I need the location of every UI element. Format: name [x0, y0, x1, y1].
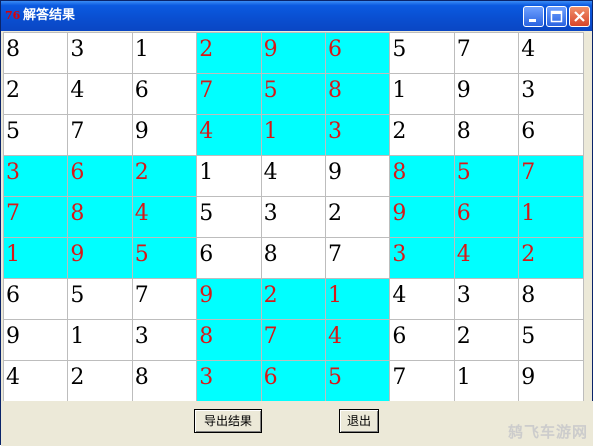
- title-bar[interactable]: 76 解答结果: [1, 1, 592, 31]
- grid-cell: 6: [389, 319, 455, 361]
- grid-cell: 2: [67, 360, 133, 402]
- grid-cell: 6: [453, 196, 520, 238]
- grid-cell: 5: [67, 278, 133, 320]
- grid-cell: 1: [196, 155, 262, 197]
- grid-cell: 5: [131, 237, 198, 279]
- exit-button[interactable]: 退出: [339, 409, 379, 433]
- grid-cell: 9: [389, 196, 455, 238]
- grid-cell: 7: [325, 237, 391, 279]
- grid-cell: 8: [453, 114, 520, 156]
- grid-cell: 5: [3, 114, 69, 156]
- grid-cell: 2: [453, 319, 520, 361]
- grid-cell: 6: [3, 278, 69, 320]
- grid-cell: 7: [131, 278, 198, 320]
- sudoku-grid: 8312965742467581935794132863621498577845…: [3, 32, 584, 402]
- grid-cell: 2: [3, 73, 69, 115]
- grid-cell: 3: [260, 196, 326, 238]
- grid-cell: 7: [196, 73, 262, 115]
- grid-cell: 4: [518, 32, 584, 74]
- grid-cell: 5: [518, 319, 584, 361]
- grid-cell: 4: [260, 155, 326, 197]
- grid-cell: 3: [518, 73, 584, 115]
- grid-cell: 6: [518, 114, 584, 156]
- grid-cell: 4: [67, 73, 133, 115]
- grid-cell: 7: [260, 319, 326, 361]
- grid-cell: 8: [196, 319, 262, 361]
- grid-cell: 3: [196, 360, 262, 402]
- minimize-icon: [529, 19, 536, 22]
- grid-cell: 2: [196, 32, 262, 74]
- grid-cell: 8: [131, 360, 198, 402]
- grid-cell: 8: [389, 155, 455, 197]
- grid-cell: 2: [325, 196, 391, 238]
- grid-cell: 9: [325, 155, 391, 197]
- grid-cell: 9: [67, 237, 133, 279]
- grid-cell: 5: [196, 196, 262, 238]
- grid-cell: 4: [131, 196, 198, 238]
- grid-cell: 4: [325, 319, 391, 361]
- maximize-button[interactable]: [546, 6, 567, 27]
- grid-cell: 1: [260, 114, 326, 156]
- grid-cell: 4: [3, 360, 69, 402]
- grid-cell: 4: [389, 278, 455, 320]
- grid-cell: 3: [3, 155, 69, 197]
- grid-cell: 7: [518, 155, 584, 197]
- grid-cell: 1: [453, 360, 520, 402]
- minimize-button[interactable]: [523, 6, 544, 27]
- button-bar: [1, 401, 593, 446]
- grid-cell: 3: [453, 278, 520, 320]
- grid-cell: 1: [518, 196, 584, 238]
- grid-cell: 1: [3, 237, 69, 279]
- grid-cell: 2: [518, 237, 584, 279]
- grid-cell: 7: [453, 32, 520, 74]
- grid-cell: 3: [131, 319, 198, 361]
- grid-cell: 9: [131, 114, 198, 156]
- close-button[interactable]: [569, 6, 590, 27]
- solution-window: 76 解答结果 83129657424675819357941328636214…: [0, 0, 593, 446]
- grid-cell: 5: [453, 155, 520, 197]
- grid-cell: 9: [196, 278, 262, 320]
- grid-cell: 2: [131, 155, 198, 197]
- grid-cell: 4: [453, 237, 520, 279]
- grid-cell: 1: [67, 319, 133, 361]
- grid-cell: 8: [67, 196, 133, 238]
- grid-cell: 6: [67, 155, 133, 197]
- grid-cell: 7: [389, 360, 455, 402]
- grid-cell: 3: [389, 237, 455, 279]
- grid-cell: 7: [67, 114, 133, 156]
- grid-cell: 3: [67, 32, 133, 74]
- grid-cell: 8: [325, 73, 391, 115]
- grid-cell: 6: [196, 237, 262, 279]
- grid-cell: 7: [3, 196, 69, 238]
- grid-cell: 8: [260, 237, 326, 279]
- grid-cell: 9: [518, 360, 584, 402]
- grid-cell: 8: [3, 32, 69, 74]
- grid-cell: 5: [260, 73, 326, 115]
- grid-cell: 9: [3, 319, 69, 361]
- grid-cell: 6: [325, 32, 391, 74]
- grid-cell: 1: [131, 32, 198, 74]
- grid-cell: 1: [389, 73, 455, 115]
- grid-cell: 2: [389, 114, 455, 156]
- export-results-button[interactable]: 导出结果: [194, 409, 262, 433]
- window-title: 解答结果: [23, 8, 76, 23]
- grid-cell: 6: [260, 360, 326, 402]
- grid-cell: 1: [325, 278, 391, 320]
- grid-cell: 2: [260, 278, 326, 320]
- watermark: 鸫飞车游网: [507, 423, 588, 441]
- grid-cell: 9: [260, 32, 326, 74]
- grid-cell: 4: [196, 114, 262, 156]
- close-icon: [574, 11, 585, 22]
- grid-cell: 3: [325, 114, 391, 156]
- grid-cell: 8: [518, 278, 584, 320]
- grid-cell: 5: [389, 32, 455, 74]
- grid-cell: 6: [131, 73, 198, 115]
- grid-cell: 5: [325, 360, 391, 402]
- app-icon: 76: [5, 9, 21, 22]
- maximize-icon: [550, 10, 563, 23]
- grid-cell: 9: [453, 73, 520, 115]
